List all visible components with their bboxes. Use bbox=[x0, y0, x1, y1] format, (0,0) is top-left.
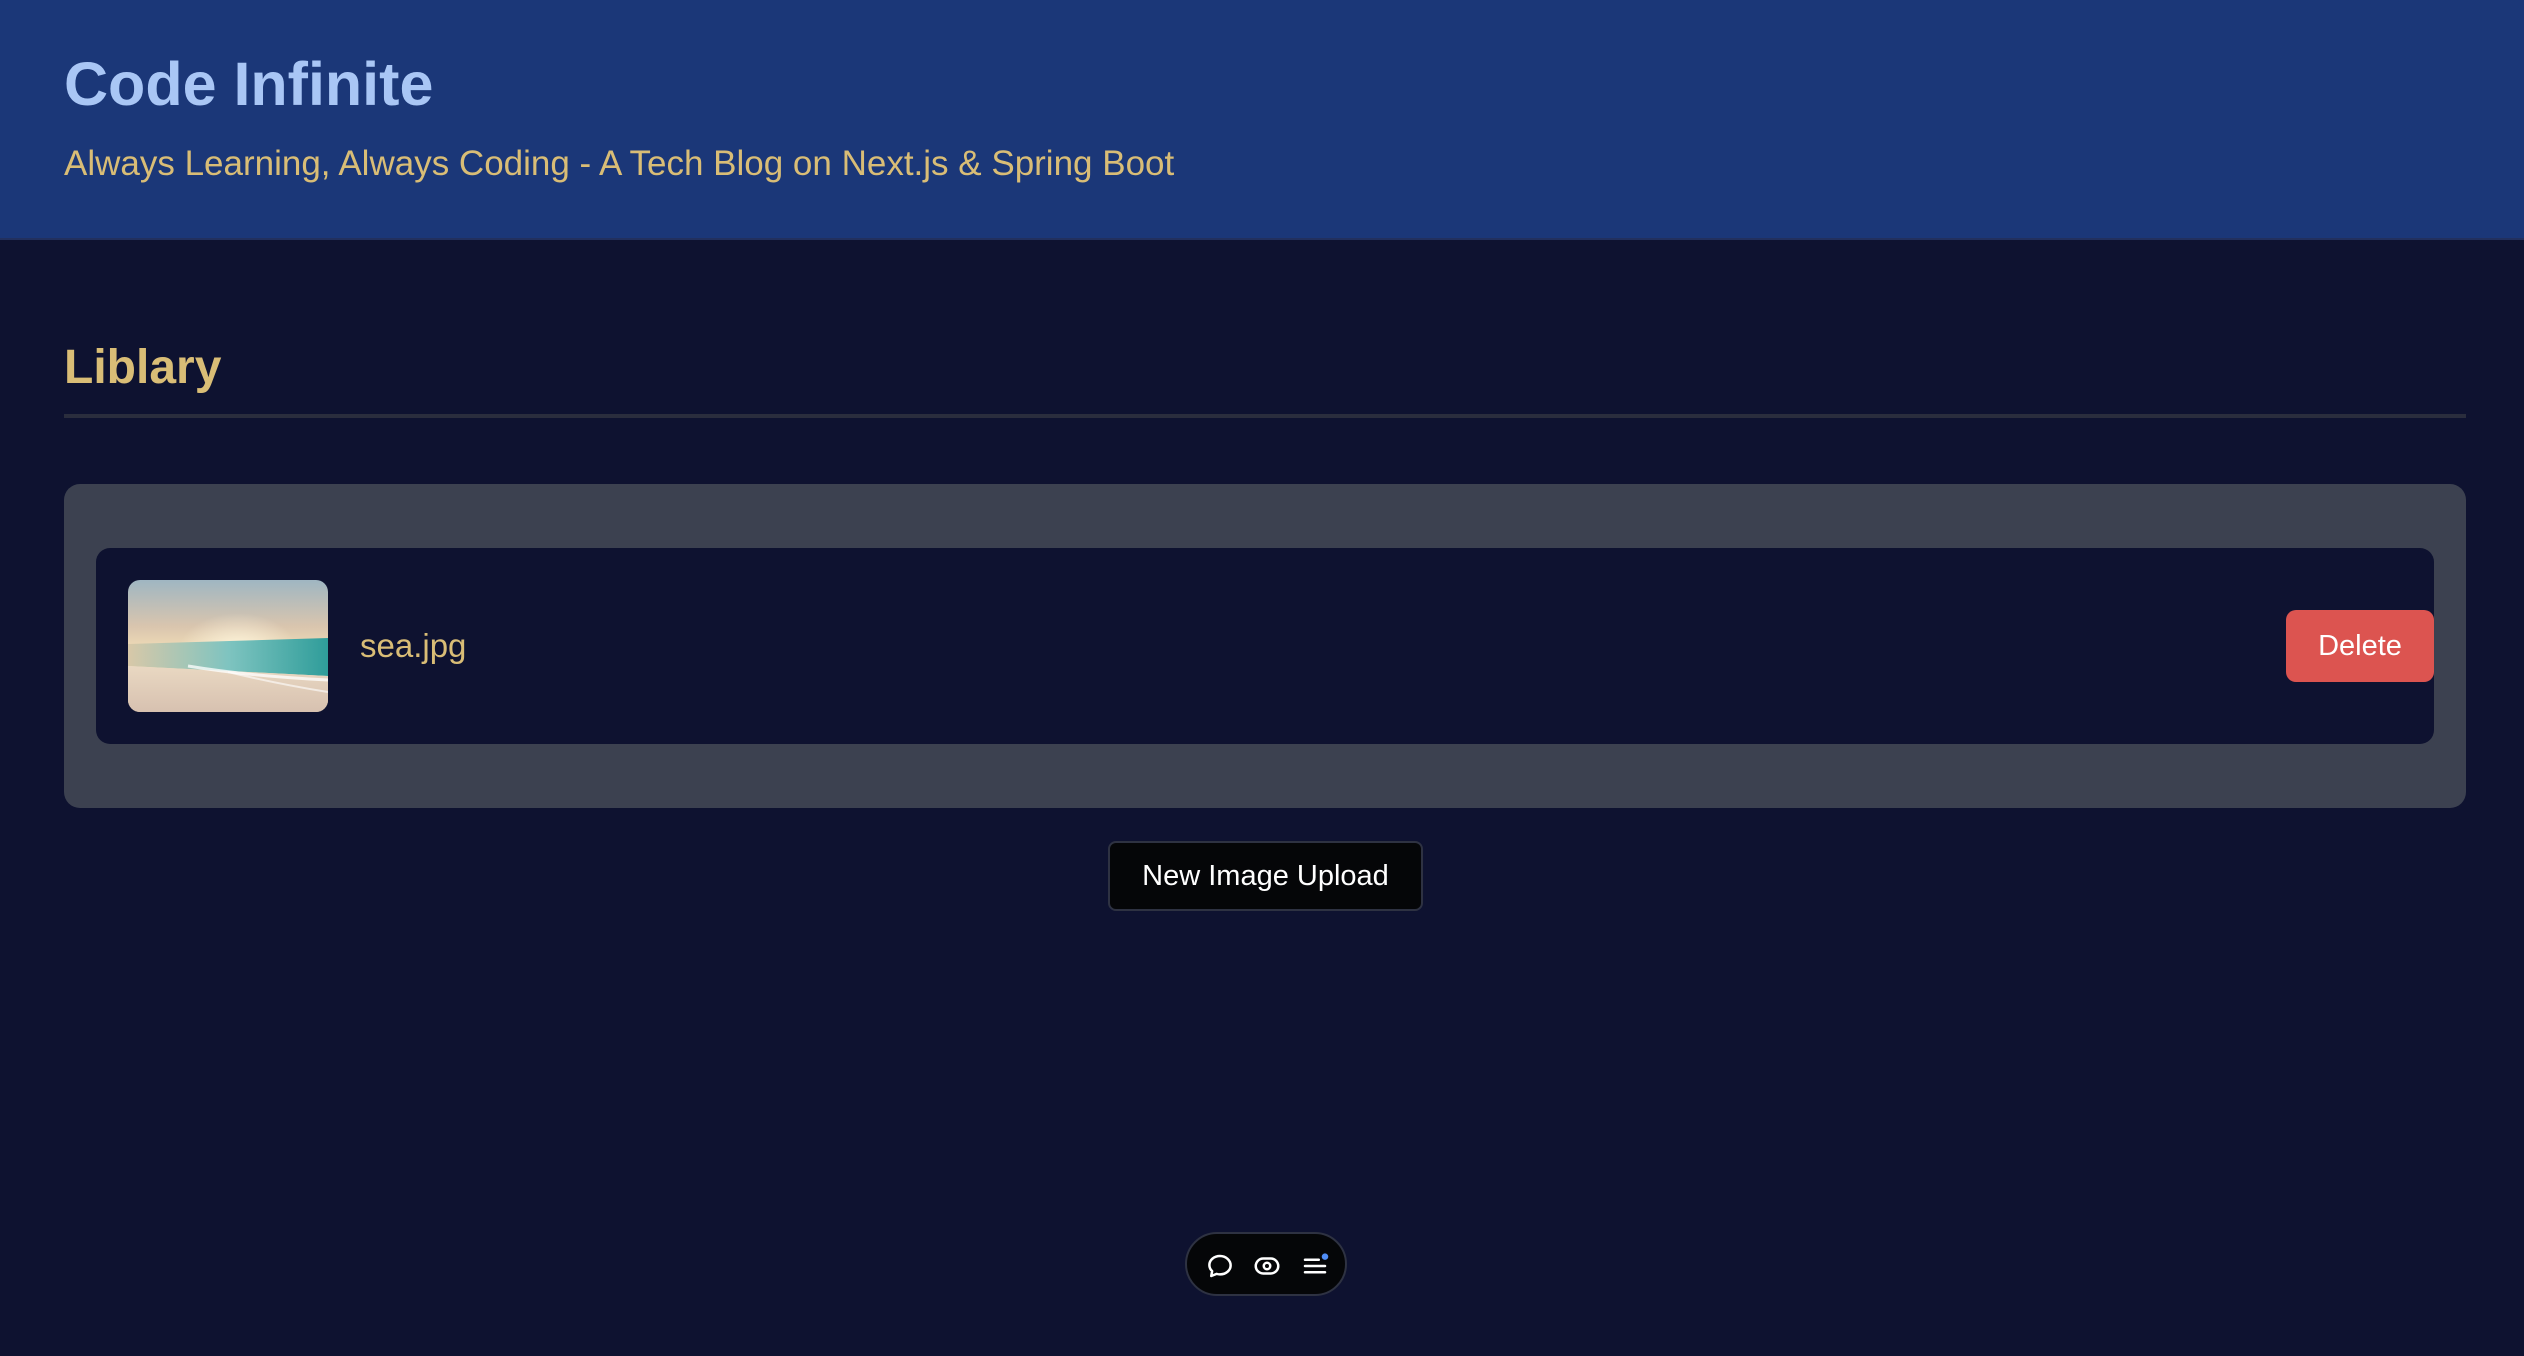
image-thumbnail bbox=[128, 580, 328, 712]
chat-bubble-icon[interactable] bbox=[1205, 1251, 1235, 1281]
section-divider bbox=[64, 414, 2466, 418]
eye-icon[interactable] bbox=[1252, 1251, 1282, 1281]
menu-icon[interactable] bbox=[1300, 1251, 1330, 1281]
site-tagline: Always Learning, Always Coding - A Tech … bbox=[64, 144, 1175, 183]
floating-toolbar bbox=[1185, 1232, 1347, 1296]
delete-button[interactable]: Delete bbox=[2286, 610, 2434, 682]
new-image-upload-button[interactable]: New Image Upload bbox=[1108, 841, 1423, 911]
file-row: sea.jpg Delete bbox=[96, 548, 2434, 744]
sea-beach-thumbnail bbox=[128, 580, 328, 712]
library-title: Liblary bbox=[64, 341, 222, 394]
site-title[interactable]: Code Infinite bbox=[64, 48, 433, 120]
notification-dot bbox=[1321, 1253, 1329, 1260]
site-header: Code Infinite Always Learning, Always Co… bbox=[0, 0, 2524, 240]
library-panel: sea.jpg Delete bbox=[64, 484, 2466, 808]
file-name: sea.jpg bbox=[360, 627, 467, 664]
